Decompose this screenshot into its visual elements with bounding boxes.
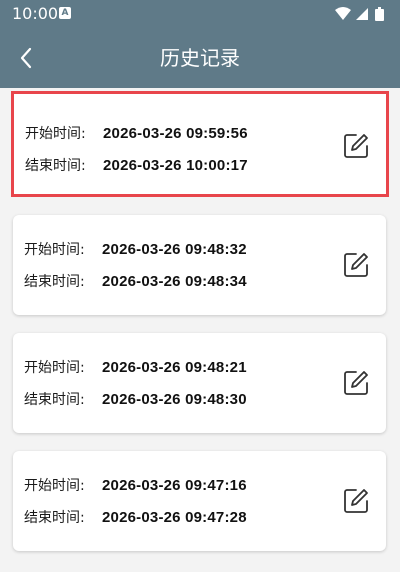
start-time-row: 开始时间: 2026-03-26 09:48:32 [24,238,247,260]
start-time-row: 开始时间: 2026-03-26 09:47:16 [24,474,247,496]
start-time-value: 2026-03-26 09:48:32 [102,240,247,258]
wifi-icon [335,7,351,20]
end-time-label: 结束时间: [24,274,85,290]
end-time-row: 结束时间: 2026-03-26 09:47:28 [24,506,247,528]
end-time-value: 2026-03-26 09:47:28 [102,508,247,526]
notification-a-icon: A [59,7,71,19]
start-time-label: 开始时间: [24,360,85,376]
end-time-row: 结束时间: 2026-03-26 10:00:17 [25,154,248,176]
edit-icon [344,371,368,395]
status-time: 10:00 [12,4,59,23]
edit-icon [344,134,368,158]
start-time-label: 开始时间: [25,126,86,142]
edit-button[interactable] [340,367,372,399]
edit-icon [344,253,368,277]
start-time-row: 开始时间: 2026-03-26 09:48:21 [24,356,247,378]
end-time-value: 2026-03-26 09:48:30 [102,390,247,408]
record-card[interactable]: 开始时间: 2026-03-26 09:59:56 结束时间: 2026-03-… [11,91,389,197]
end-time-label: 结束时间: [24,510,85,526]
edit-button[interactable] [340,249,372,281]
end-time-row: 结束时间: 2026-03-26 09:48:34 [24,270,247,292]
start-time-label: 开始时间: [24,478,85,494]
start-time-value: 2026-03-26 09:47:16 [102,476,247,494]
edit-button[interactable] [340,130,372,162]
edit-icon [344,489,368,513]
record-card[interactable]: 开始时间: 2026-03-26 09:48:32 结束时间: 2026-03-… [13,215,386,315]
status-bar: 10:00 A [0,0,400,28]
edit-button[interactable] [340,485,372,517]
start-time-row: 开始时间: 2026-03-26 09:59:56 [25,122,248,144]
record-card[interactable]: 开始时间: 2026-03-26 09:48:21 结束时间: 2026-03-… [13,333,386,433]
end-time-value: 2026-03-26 09:48:34 [102,272,247,290]
page-title: 历史记录 [160,46,240,70]
start-time-label: 开始时间: [24,242,85,258]
signal-icon [356,8,368,20]
app-header: 历史记录 [0,28,400,88]
end-time-value: 2026-03-26 10:00:17 [103,156,248,174]
end-time-row: 结束时间: 2026-03-26 09:48:30 [24,388,247,410]
end-time-label: 结束时间: [24,392,85,408]
end-time-label: 结束时间: [25,158,86,174]
status-icons [335,7,384,21]
record-card[interactable]: 开始时间: 2026-03-26 09:47:16 结束时间: 2026-03-… [13,451,386,551]
start-time-value: 2026-03-26 09:59:56 [103,124,248,142]
battery-icon [375,7,384,21]
start-time-value: 2026-03-26 09:48:21 [102,358,247,376]
